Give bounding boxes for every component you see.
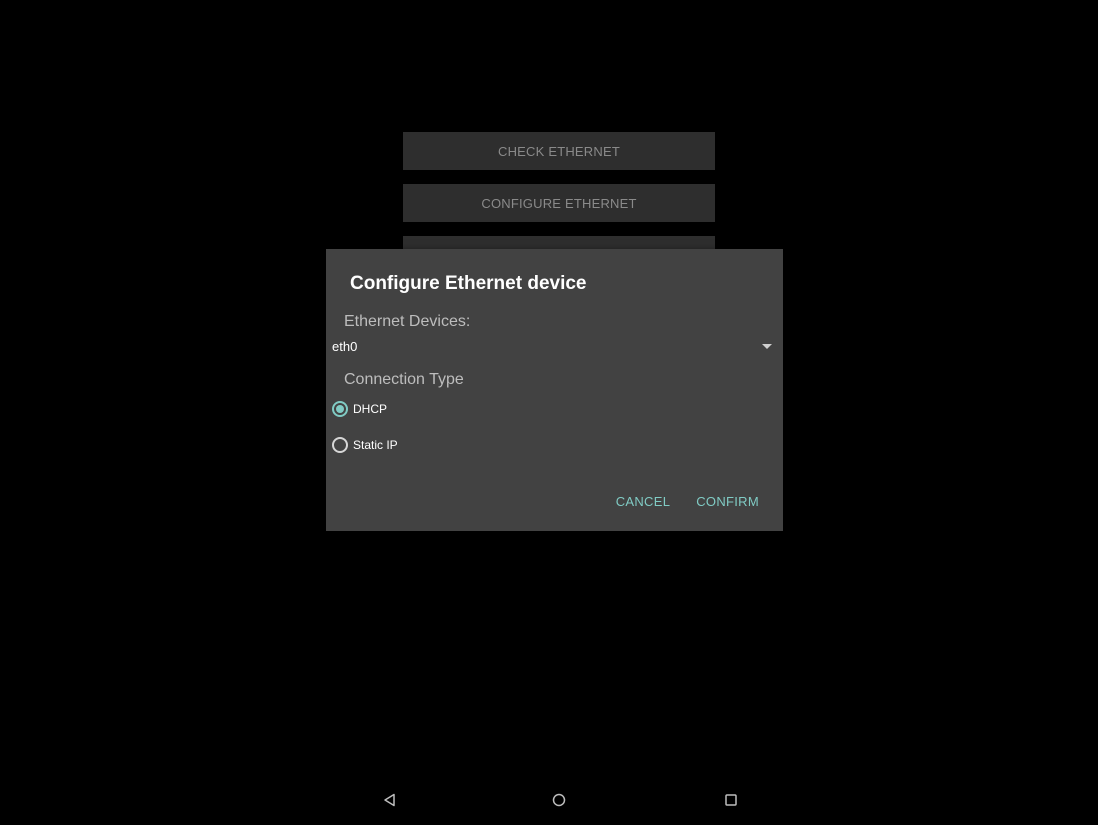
back-triangle-icon [384,793,395,807]
configure-ethernet-button[interactable]: CONFIGURE ETHERNET [403,184,715,222]
connection-type-label: Connection Type [344,371,464,388]
selected-device: eth0 [332,338,358,354]
recent-apps-button[interactable] [723,792,739,808]
cancel-button[interactable]: CANCEL [616,494,671,509]
home-circle-icon [552,793,566,807]
recent-square-icon [725,794,737,806]
dialog-actions: CANCEL CONFIRM [616,494,759,509]
check-ethernet-button[interactable]: CHECK ETHERNET [403,132,715,170]
ethernet-devices-label: Ethernet Devices: [344,313,471,330]
home-button[interactable] [551,792,567,808]
check-ethernet-label: CHECK ETHERNET [498,143,620,159]
static-ip-radio-option[interactable]: Static IP [332,437,398,453]
confirm-button[interactable]: CONFIRM [696,494,759,509]
radio-unchecked-icon[interactable] [332,437,348,453]
radio-checked-icon[interactable] [332,401,348,417]
static-ip-label: Static IP [353,438,398,452]
dialog-title: Configure Ethernet device [350,273,587,294]
configure-ethernet-label: CONFIGURE ETHERNET [481,195,637,211]
ethernet-device-dropdown[interactable]: eth0 [332,335,772,357]
dhcp-label: DHCP [353,402,388,416]
back-button[interactable] [382,792,398,808]
configure-ethernet-dialog: Configure Ethernet device Ethernet Devic… [326,249,783,531]
dhcp-radio-option[interactable]: DHCP [332,401,387,417]
dropdown-arrow-icon [762,343,772,349]
navigation-bar [5,779,1094,819]
